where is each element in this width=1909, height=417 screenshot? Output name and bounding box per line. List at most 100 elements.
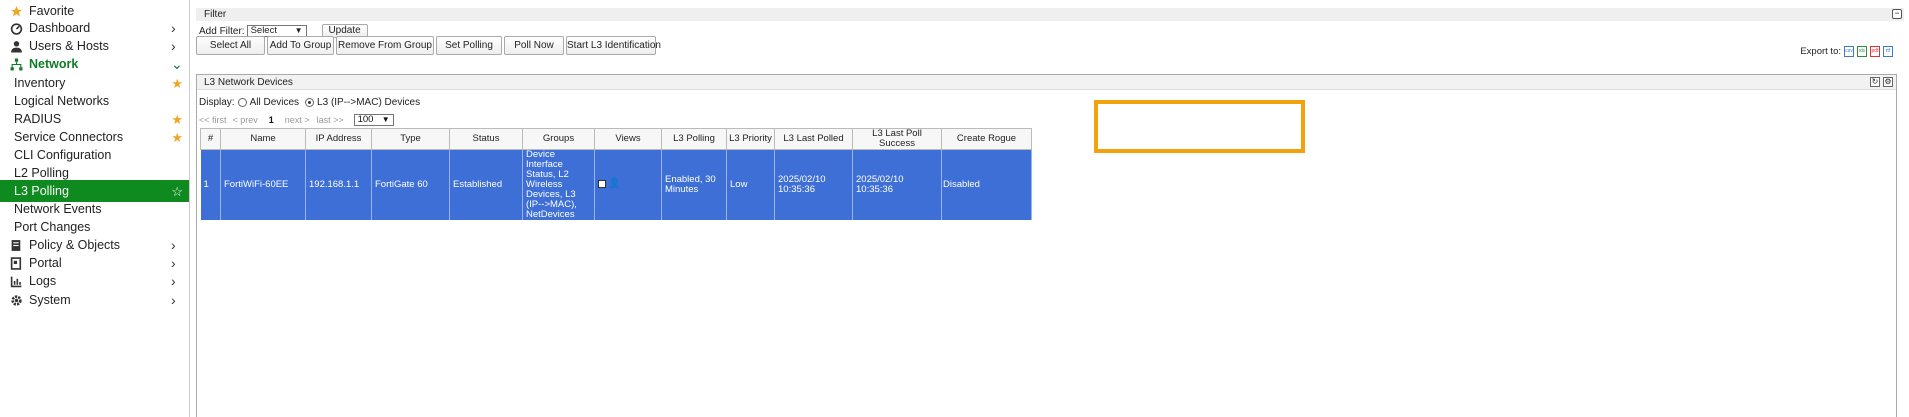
- sidebar-item-label: Policy & Objects: [29, 238, 121, 252]
- radio-all-devices[interactable]: [237, 98, 247, 107]
- col-l3-polling[interactable]: L3 Polling: [661, 128, 727, 150]
- add-filter-select-value: Select: [250, 25, 277, 36]
- chevron-right-icon: ›: [171, 237, 176, 253]
- panel-title: L3 Network Devices: [204, 77, 293, 88]
- set-polling-button[interactable]: Set Polling: [436, 36, 502, 55]
- cell-l3-last-polled: 2025/02/10 10:35:36: [774, 149, 853, 220]
- cell-create-rogue: Disabled: [941, 149, 1032, 220]
- chevron-down-icon: ▼: [294, 26, 303, 35]
- col-ip-address[interactable]: IP Address: [305, 128, 372, 150]
- page-size-select[interactable]: 100 ▼: [353, 114, 394, 126]
- display-row: Display: All Devices L3 (IP-->MAC) Devic…: [199, 97, 420, 108]
- devices-table: # Name IP Address Type Status Groups Vie…: [200, 128, 1032, 220]
- display-label: Display:: [199, 97, 235, 108]
- sidebar-item-label: Users & Hosts: [29, 39, 109, 53]
- option-all-devices-label: All Devices: [249, 97, 300, 108]
- sidebar-item-system[interactable]: System ›: [0, 289, 189, 311]
- sidebar-item-label: Network: [29, 57, 79, 71]
- col-l3-last-poll-success[interactable]: L3 Last Poll Success: [852, 128, 942, 150]
- col-create-rogue[interactable]: Create Rogue: [941, 128, 1032, 150]
- col-groups[interactable]: Groups: [522, 128, 595, 150]
- pager-first[interactable]: << first: [199, 115, 227, 125]
- sidebar-item-label: Portal: [29, 256, 62, 270]
- sidebar-item-label: RADIUS: [14, 112, 62, 126]
- pager: << first < prev 1 next > last >> 100 ▼: [199, 114, 394, 126]
- cell-views: 👤: [594, 149, 662, 220]
- poll-now-button[interactable]: Poll Now: [504, 36, 564, 55]
- dashboard-icon: [9, 21, 23, 35]
- cell-l3-priority: Low: [726, 149, 775, 220]
- chevron-down-icon: ⌄: [171, 55, 183, 72]
- chevron-right-icon: ›: [171, 273, 176, 289]
- table-view-icon[interactable]: [598, 180, 606, 188]
- user-icon: [9, 39, 23, 53]
- sidebar: Favorite Dashboard › Users & Hosts › Network ⌄…: [0, 0, 190, 417]
- favorite-star-icon[interactable]: ☆: [171, 185, 183, 198]
- favorite-star-icon[interactable]: ★: [171, 77, 183, 90]
- sidebar-item-label: CLI Configuration: [14, 148, 112, 162]
- sidebar-item-label: System: [29, 293, 71, 307]
- favorite-star-icon[interactable]: ★: [171, 131, 183, 144]
- sidebar-item-label: Logs: [29, 274, 57, 288]
- user-lock-icon[interactable]: 👤: [608, 179, 620, 189]
- chevron-down-icon: ▼: [381, 115, 390, 124]
- sidebar-item-label: Port Changes: [14, 220, 91, 234]
- settings-icon[interactable]: ⚙: [1883, 77, 1893, 87]
- radio-l3-devices[interactable]: [305, 98, 315, 107]
- select-all-button[interactable]: Select All: [196, 36, 265, 55]
- refresh-icon[interactable]: ↻: [1870, 77, 1880, 87]
- gear-icon: [9, 293, 23, 307]
- col-type[interactable]: Type: [371, 128, 450, 150]
- star-icon: [9, 4, 23, 18]
- sidebar-item-label: Dashboard: [29, 21, 91, 35]
- export-bar: Export to: csv xls pdf rtf: [1800, 46, 1893, 57]
- sidebar-item-label: Inventory: [14, 76, 66, 90]
- excel-icon[interactable]: xls: [1857, 46, 1867, 57]
- sidebar-item-label: L2 Polling: [14, 166, 69, 180]
- export-label: Export to:: [1800, 46, 1841, 57]
- sidebar-item-label: L3 Polling: [14, 184, 69, 198]
- rtf-icon[interactable]: rtf: [1883, 46, 1893, 57]
- cell-type: FortiGate 60: [371, 149, 450, 220]
- l3-network-devices-panel: L3 Network Devices ↻ ⚙ Display: All Devi…: [196, 74, 1897, 417]
- col-views[interactable]: Views: [594, 128, 662, 150]
- csv-icon[interactable]: csv: [1844, 46, 1854, 57]
- table-row[interactable]: 1 FortiWiFi-60EE 192.168.1.1 FortiGate 6…: [200, 149, 1032, 220]
- cell-name[interactable]: FortiWiFi-60EE: [220, 149, 306, 220]
- logs-icon: [9, 274, 23, 288]
- pager-next[interactable]: next >: [285, 115, 310, 125]
- cell-status: Established: [449, 149, 523, 220]
- remove-from-group-button[interactable]: Remove From Group: [336, 36, 434, 55]
- portal-icon: [9, 256, 23, 270]
- sidebar-item-label: Service Connectors: [14, 130, 124, 144]
- option-l3-devices-label: L3 (IP-->MAC) Devices: [317, 97, 421, 108]
- start-l3-identification-button[interactable]: Start L3 Identification: [566, 36, 661, 55]
- cell-num: 1: [200, 149, 221, 220]
- favorite-star-icon[interactable]: ★: [171, 113, 183, 126]
- chevron-right-icon: ›: [171, 20, 176, 36]
- pager-prev[interactable]: < prev: [233, 115, 258, 125]
- pager-current-page: 1: [268, 115, 274, 125]
- col-status[interactable]: Status: [449, 128, 523, 150]
- cell-groups: Device Interface Status, L2 Wireless Dev…: [522, 149, 595, 220]
- panel-header: L3 Network Devices ↻ ⚙: [197, 75, 1896, 90]
- add-to-group-button[interactable]: Add To Group: [267, 36, 334, 55]
- sidebar-item-label: Favorite: [29, 4, 75, 18]
- main-content: Filter − Add Filter: Select ▼ Update Sel…: [196, 0, 1909, 417]
- policy-icon: [9, 238, 23, 252]
- sidebar-item-label: Logical Networks: [14, 94, 110, 108]
- col-l3-last-polled[interactable]: L3 Last Polled: [774, 128, 853, 150]
- page-size-value: 100: [357, 114, 374, 125]
- col-name[interactable]: Name: [220, 128, 306, 150]
- collapse-icon[interactable]: −: [1892, 9, 1902, 19]
- filter-title: Filter: [204, 9, 227, 20]
- network-icon: [9, 57, 23, 71]
- col-l3-priority[interactable]: L3 Priority: [726, 128, 775, 150]
- filter-bar[interactable]: Filter −: [196, 8, 1904, 21]
- cell-l3-last-poll-success: 2025/02/10 10:35:36: [852, 149, 942, 220]
- chevron-right-icon: ›: [171, 255, 176, 271]
- pager-last[interactable]: last >>: [317, 115, 344, 125]
- pdf-icon[interactable]: pdf: [1870, 46, 1880, 57]
- cell-l3-polling: Enabled, 30 Minutes: [661, 149, 727, 220]
- col-num[interactable]: #: [200, 128, 221, 150]
